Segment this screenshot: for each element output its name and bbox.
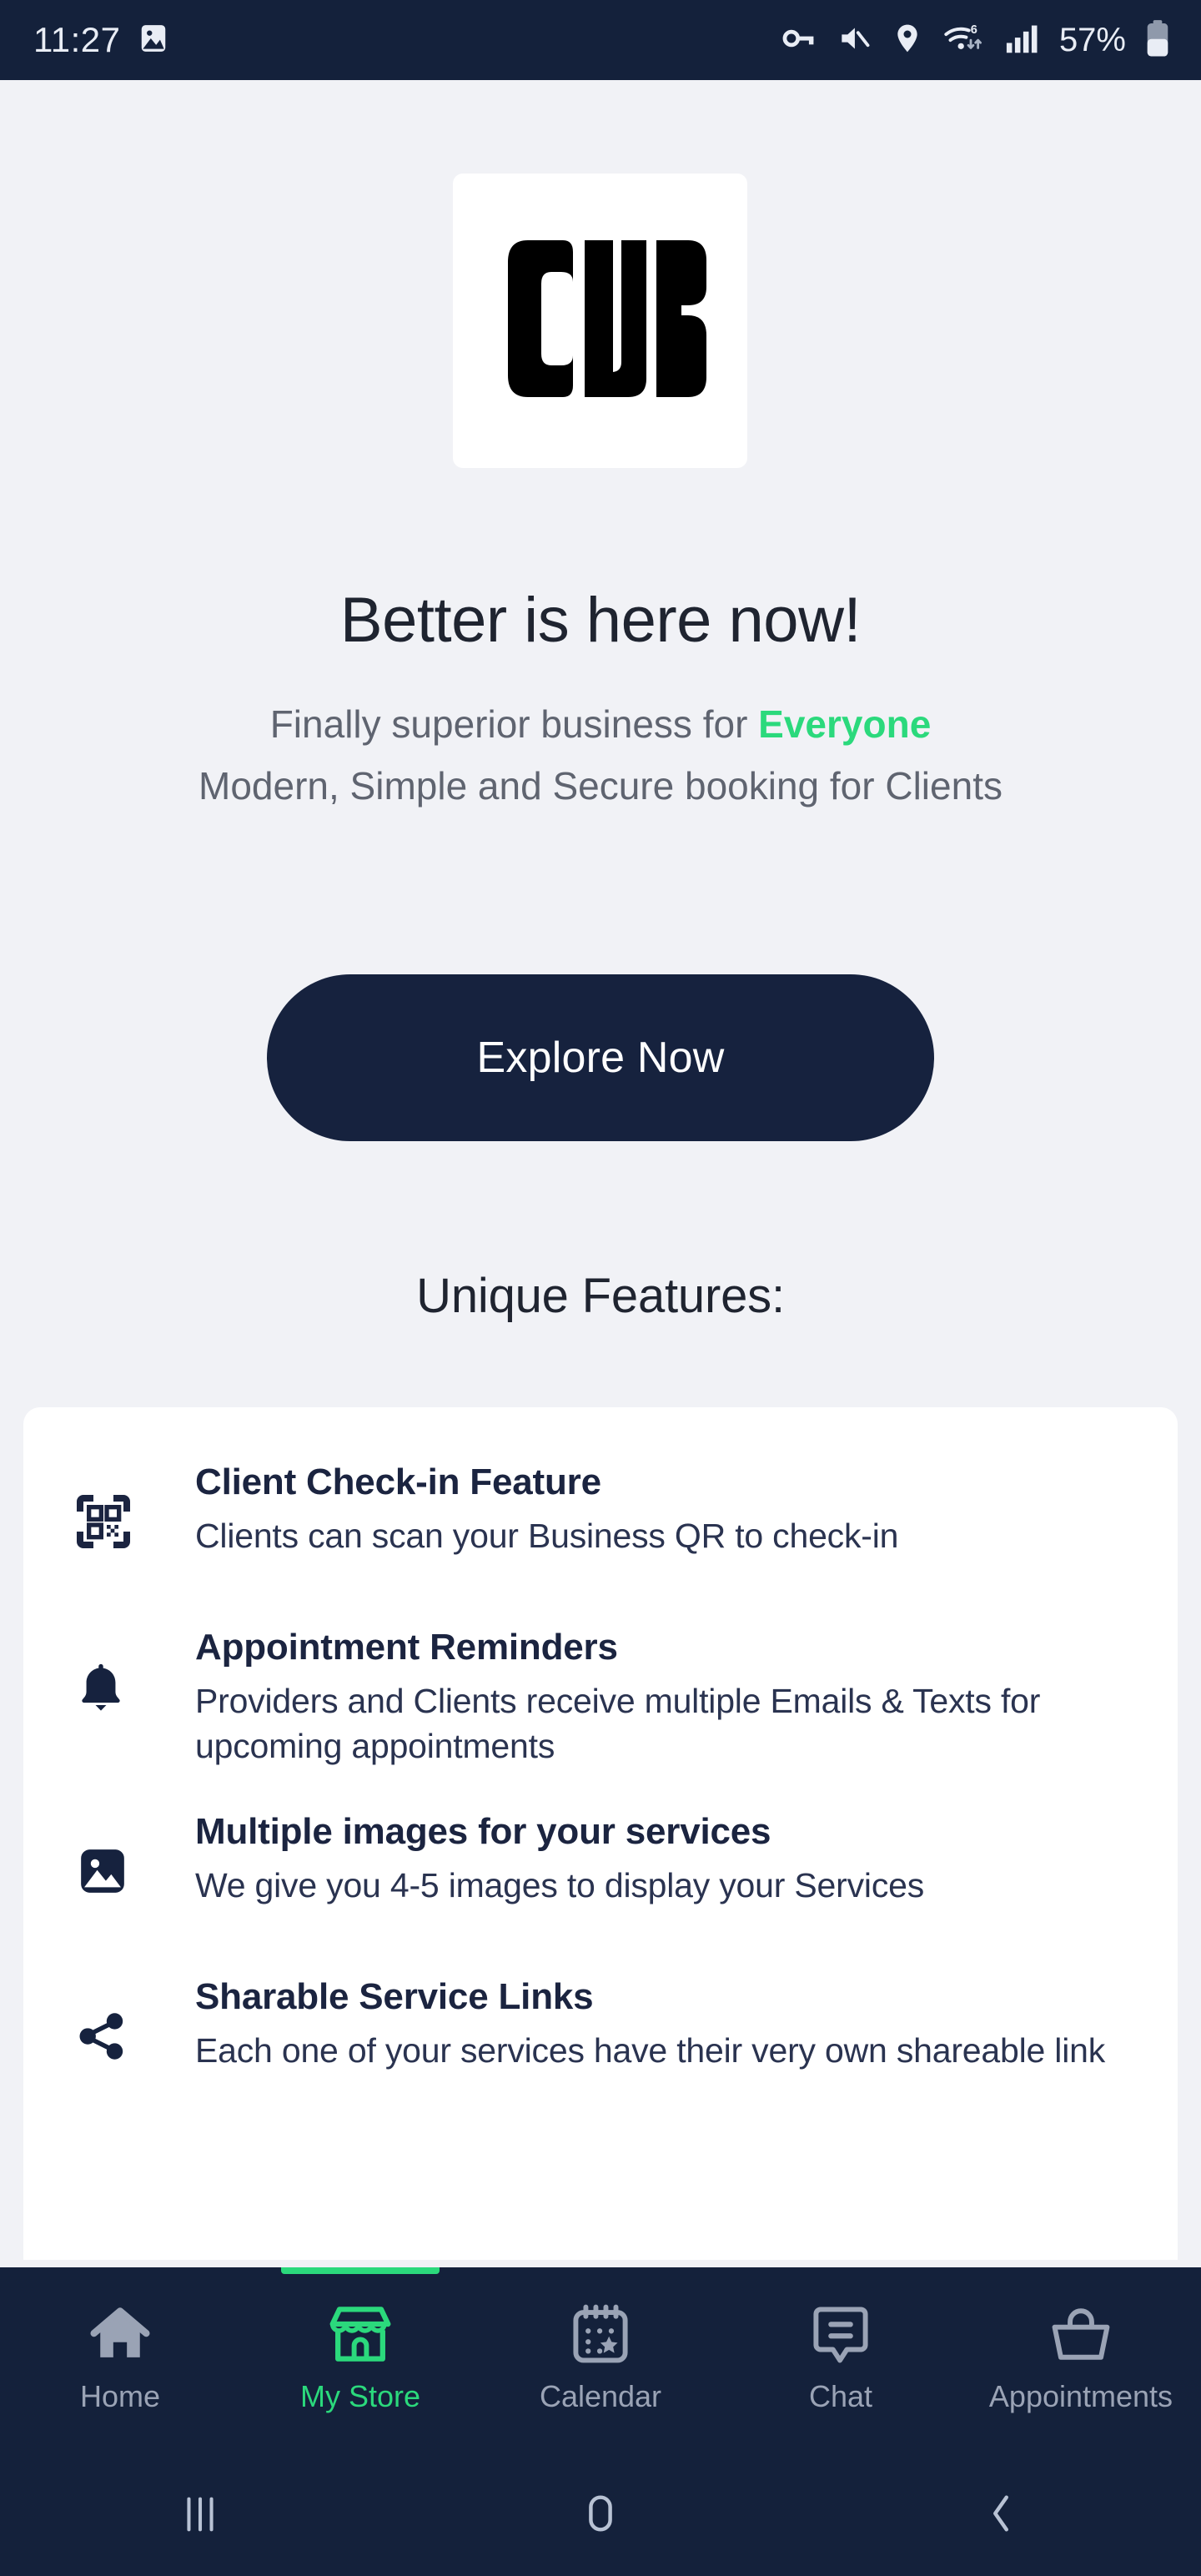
key-icon xyxy=(781,20,817,61)
list-item[interactable]: Multiple images for your services We giv… xyxy=(23,1789,1178,1954)
nav-item-my-store[interactable]: My Store xyxy=(240,2267,480,2461)
feature-description: Clients can scan your Business QR to che… xyxy=(195,1517,899,1555)
feature-title: Sharable Service Links xyxy=(195,1976,594,2018)
nav-item-chat[interactable]: Chat xyxy=(721,2267,961,2461)
feature-text-block: Client Check-in Feature Clients can scan… xyxy=(157,1459,1128,1558)
features-card: Client Check-in Feature Clients can scan… xyxy=(23,1407,1178,2260)
nav-label-calendar: Calendar xyxy=(539,2379,662,2413)
back-button[interactable] xyxy=(801,2478,1201,2553)
home-icon xyxy=(88,2299,152,2369)
status-bar: 11:27 6 57% xyxy=(0,0,1201,80)
feature-text-block: Appointment Reminders Providers and Clie… xyxy=(157,1624,1128,1768)
hero-subtitle-accent: Everyone xyxy=(758,702,932,747)
calendar-star-icon xyxy=(570,2299,631,2369)
feature-title: Appointment Reminders xyxy=(195,1627,618,1668)
feature-icon-slot xyxy=(77,1809,157,1934)
list-item[interactable]: Sharable Service Links Each one of your … xyxy=(23,1954,1178,2119)
status-bar-system-icons: 6 57% xyxy=(781,19,1171,62)
features-heading: Unique Features: xyxy=(416,1269,785,1323)
feature-description: Providers and Clients receive multiple E… xyxy=(195,1682,1041,1766)
qr-code-scan-icon xyxy=(77,1494,130,1552)
recents-button[interactable] xyxy=(0,2478,400,2553)
cellular-signal-icon xyxy=(1004,22,1041,59)
hero-section: Better is here now! Finally superior bus… xyxy=(0,584,1201,813)
nav-item-home[interactable]: Home xyxy=(0,2267,240,2461)
bell-icon xyxy=(77,1661,125,1717)
basket-icon xyxy=(1050,2299,1112,2369)
image-icon xyxy=(77,1845,128,1901)
cta-container: Explore Now xyxy=(0,974,1201,1141)
recents-bars-icon xyxy=(176,2489,224,2542)
status-bar-clock: 11:27 xyxy=(33,20,121,59)
feature-text-block: Multiple images for your services We giv… xyxy=(157,1809,1128,1908)
nav-label-chat: Chat xyxy=(808,2379,873,2413)
back-chevron-icon xyxy=(977,2489,1025,2542)
feature-description: Each one of your services have their ver… xyxy=(195,2031,1106,2070)
svg-text:6: 6 xyxy=(971,23,977,37)
feature-icon-slot xyxy=(77,1974,157,2099)
app-logo-card xyxy=(453,174,747,468)
list-item[interactable]: Client Check-in Feature Clients can scan… xyxy=(23,1439,1178,1604)
cub-logo-icon xyxy=(480,222,721,420)
hero-subtitle-prefix: Finally superior business for xyxy=(269,702,759,747)
app-screen: 11:27 6 57% Better is here now! Finally … xyxy=(0,0,1201,2576)
chat-bubble-icon xyxy=(812,2299,870,2369)
image-icon xyxy=(138,23,169,58)
battery-icon xyxy=(1144,19,1171,62)
nav-label-my-store: My Store xyxy=(299,2379,421,2413)
explore-now-button[interactable]: Explore Now xyxy=(267,974,934,1141)
home-button[interactable] xyxy=(400,2478,801,2553)
feature-text-block: Sharable Service Links Each one of your … xyxy=(157,1974,1128,2073)
list-item[interactable]: Appointment Reminders Providers and Clie… xyxy=(23,1604,1178,1789)
feature-title: Client Check-in Feature xyxy=(195,1462,601,1502)
feature-description: We give you 4-5 images to display your S… xyxy=(195,1866,925,1905)
hero-subtitle-line-2: Modern, Simple and Secure booking for Cl… xyxy=(198,764,1003,808)
home-pill-icon xyxy=(576,2489,625,2542)
status-bar-notification-icons xyxy=(138,23,169,58)
android-navigation-bar xyxy=(0,2461,1201,2576)
nav-label-home: Home xyxy=(79,2379,161,2413)
active-tab-indicator xyxy=(281,2267,440,2274)
feature-icon-slot xyxy=(77,1459,157,1584)
feature-icon-slot xyxy=(77,1624,157,1749)
speaker-mute-icon xyxy=(836,20,872,61)
share-icon xyxy=(77,2010,127,2066)
battery-percentage: 57% xyxy=(1058,21,1126,58)
nav-item-calendar[interactable]: Calendar xyxy=(480,2267,721,2461)
feature-title: Multiple images for your services xyxy=(195,1811,771,1853)
bottom-navigation-bar: Home My Store Calendar Chat Appointments xyxy=(0,2267,1201,2461)
nav-label-appointments: Appointments xyxy=(988,2379,1173,2413)
hero-subtitle-line-1: Finally superior business for Everyone xyxy=(0,698,1201,750)
store-icon xyxy=(329,2299,391,2369)
location-pin-icon xyxy=(891,22,924,59)
nav-item-appointments[interactable]: Appointments xyxy=(961,2267,1201,2461)
page-title: Better is here now! xyxy=(339,585,862,656)
wifi-6-icon: 6 xyxy=(942,21,986,60)
